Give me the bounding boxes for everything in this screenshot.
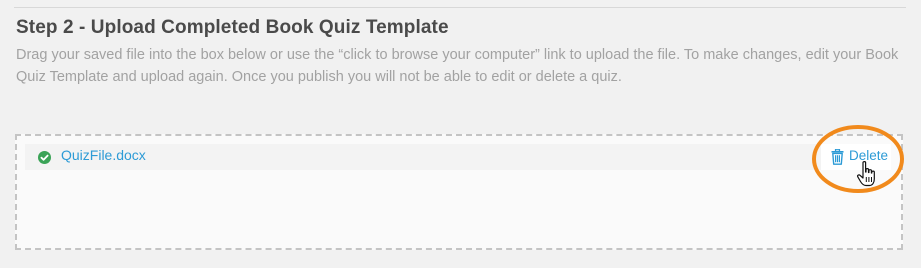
delete-file-button[interactable]: Delete xyxy=(821,144,891,170)
delete-label: Delete xyxy=(849,148,889,163)
divider xyxy=(14,7,906,8)
check-circle-icon xyxy=(38,151,51,164)
trash-icon xyxy=(831,149,844,165)
upload-step-panel: Step 2 - Upload Completed Book Quiz Temp… xyxy=(0,0,921,268)
step-title: Step 2 - Upload Completed Book Quiz Temp… xyxy=(16,17,449,38)
step-description: Drag your saved file into the box below … xyxy=(16,47,899,85)
file-dropzone[interactable]: QuizFile.docx Delete xyxy=(15,134,903,250)
uploaded-file-name[interactable]: QuizFile.docx xyxy=(61,147,146,163)
uploaded-file-row: QuizFile.docx Delete xyxy=(25,144,891,170)
